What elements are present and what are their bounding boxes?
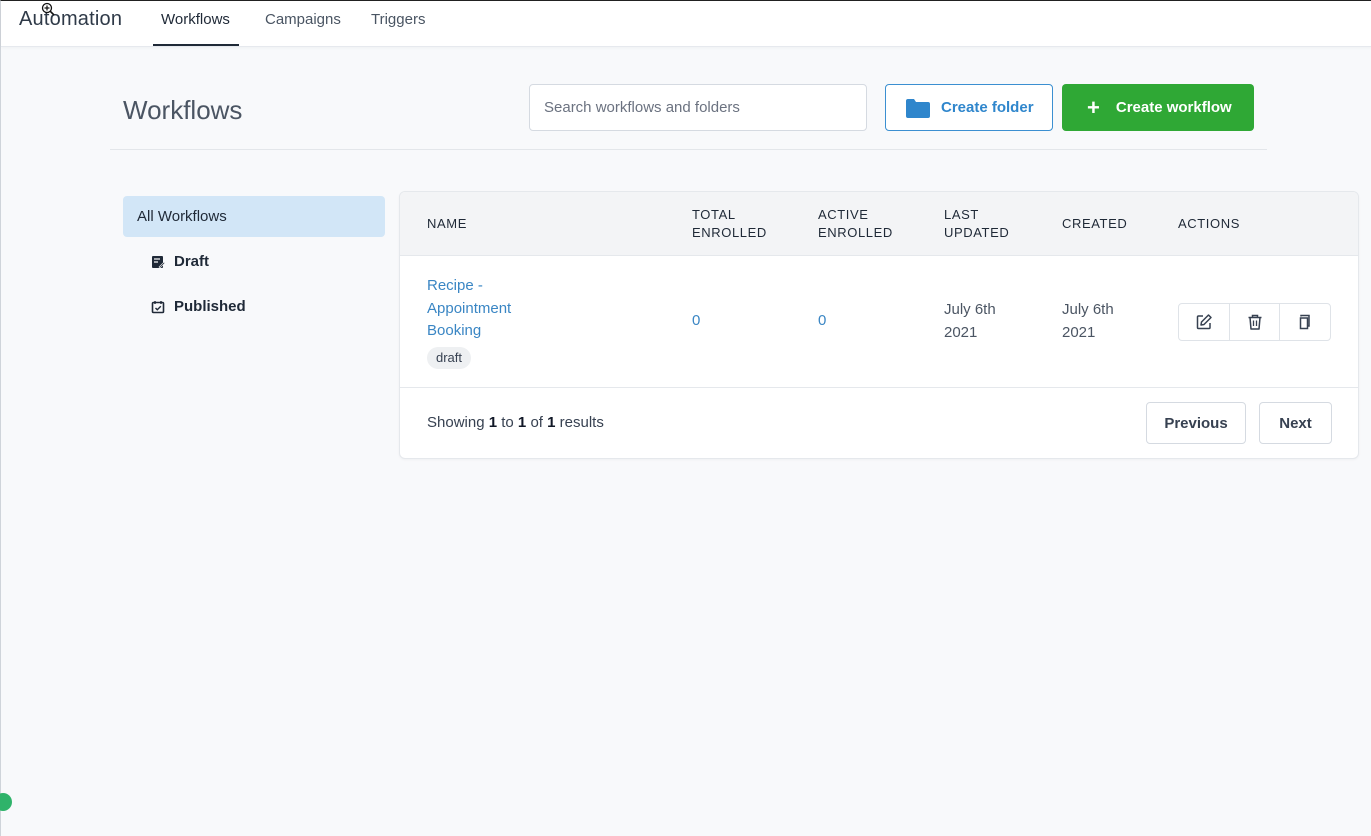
workflow-name-line: Recipe - bbox=[427, 277, 483, 294]
edit-icon bbox=[1196, 314, 1212, 330]
header-line: UPDATED bbox=[944, 225, 1010, 240]
column-header-created: CREATED bbox=[1062, 216, 1128, 231]
top-nav-bar: Automation Workflows Campaigns Triggers bbox=[1, 1, 1371, 47]
active-enrolled-value[interactable]: 0 bbox=[818, 312, 826, 329]
zoom-cursor-icon bbox=[41, 2, 55, 16]
sidebar-item-published[interactable]: Published bbox=[123, 286, 385, 327]
workflows-table-card: NAME TOTAL ENROLLED ACTIVE ENROLLED LAST… bbox=[399, 191, 1359, 459]
header-line: ACTIVE bbox=[818, 207, 869, 222]
app-title: Automation bbox=[19, 8, 123, 30]
total-enrolled-value[interactable]: 0 bbox=[692, 312, 700, 329]
workflow-name-link[interactable]: Recipe - Appointment Booking bbox=[427, 275, 557, 343]
column-header-total-enrolled: TOTAL ENROLLED bbox=[692, 206, 767, 242]
date-line: 2021 bbox=[1062, 323, 1096, 341]
chat-widget-icon[interactable] bbox=[0, 793, 12, 811]
create-workflow-button[interactable]: + Create workflow bbox=[1062, 84, 1254, 131]
search-input[interactable] bbox=[529, 84, 867, 131]
sidebar-item-label: All Workflows bbox=[137, 208, 227, 225]
last-updated-value: July 6th 2021 bbox=[944, 299, 1034, 344]
draft-icon bbox=[151, 255, 165, 269]
column-header-last-updated: LAST UPDATED bbox=[944, 206, 1009, 242]
summary-total: 1 bbox=[547, 414, 556, 431]
summary-text: to bbox=[501, 414, 514, 431]
summary-from: 1 bbox=[488, 414, 498, 431]
column-header-active-enrolled: ACTIVE ENROLLED bbox=[818, 206, 893, 242]
previous-page-button[interactable]: Previous bbox=[1146, 402, 1246, 444]
duplicate-button[interactable] bbox=[1280, 304, 1330, 340]
date-line: July 6th bbox=[944, 301, 996, 318]
workflow-name-line: Appointment bbox=[427, 299, 512, 317]
delete-button[interactable] bbox=[1230, 304, 1281, 340]
pagination-summary: Showing 1 to 1 of 1 results bbox=[427, 414, 604, 431]
row-actions bbox=[1178, 303, 1331, 341]
create-folder-label: Create folder bbox=[941, 99, 1034, 116]
tab-campaigns[interactable]: Campaigns bbox=[265, 11, 341, 47]
trash-icon bbox=[1248, 314, 1261, 330]
column-header-actions: ACTIONS bbox=[1178, 216, 1240, 231]
create-workflow-label: Create workflow bbox=[1115, 99, 1232, 116]
table-header: NAME TOTAL ENROLLED ACTIVE ENROLLED LAST… bbox=[400, 192, 1358, 256]
table-row: Recipe - Appointment Booking draft 0 0 J… bbox=[400, 256, 1358, 388]
next-page-button[interactable]: Next bbox=[1259, 402, 1332, 444]
sidebar-item-label: Draft bbox=[174, 253, 210, 270]
sidebar-item-label: Published bbox=[174, 298, 246, 315]
header-line: LAST bbox=[944, 207, 979, 222]
edit-button[interactable] bbox=[1179, 304, 1230, 340]
tab-workflows[interactable]: Workflows bbox=[153, 11, 239, 47]
create-folder-button[interactable]: Create folder bbox=[885, 84, 1053, 131]
sidebar-item-all-workflows[interactable]: All Workflows bbox=[123, 196, 385, 237]
header-divider bbox=[110, 149, 1267, 150]
header-line: TOTAL bbox=[692, 207, 736, 222]
workflow-name-line: Booking bbox=[427, 322, 482, 339]
published-icon bbox=[151, 300, 165, 314]
copy-icon bbox=[1299, 314, 1310, 330]
sidebar-item-draft[interactable]: Draft bbox=[123, 241, 385, 282]
date-line: 2021 bbox=[944, 323, 978, 341]
tab-triggers[interactable]: Triggers bbox=[371, 11, 425, 47]
page-title: Workflows bbox=[123, 95, 243, 125]
header-line: ENROLLED bbox=[818, 225, 893, 240]
created-value: July 6th 2021 bbox=[1062, 299, 1152, 344]
column-header-name: NAME bbox=[427, 216, 467, 231]
plus-icon: + bbox=[1087, 94, 1100, 120]
date-line: July 6th bbox=[1062, 301, 1114, 318]
status-badge: draft bbox=[427, 347, 472, 369]
summary-text: results bbox=[559, 414, 604, 431]
summary-text: of bbox=[530, 414, 543, 431]
header-line: ENROLLED bbox=[692, 225, 767, 240]
folder-icon bbox=[906, 98, 930, 118]
summary-text: Showing bbox=[427, 414, 485, 431]
summary-to: 1 bbox=[517, 414, 527, 431]
